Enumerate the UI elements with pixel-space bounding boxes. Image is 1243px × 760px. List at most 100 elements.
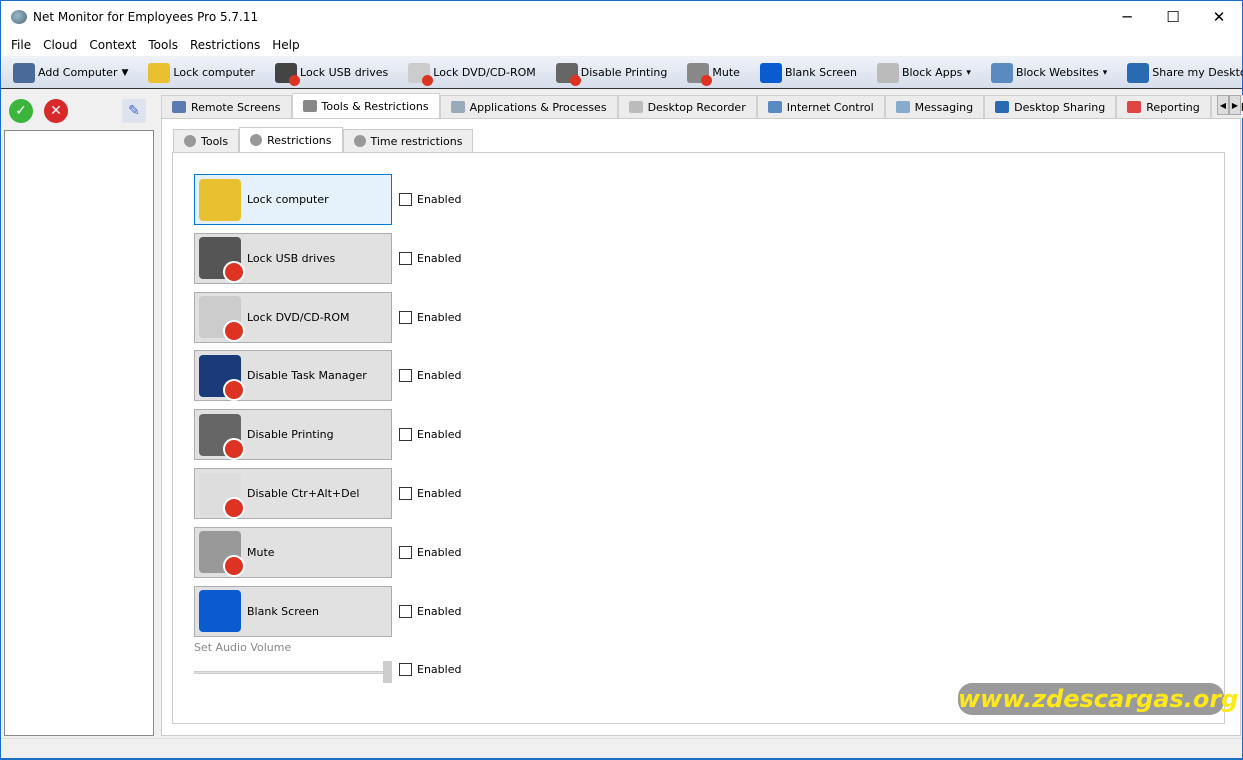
tab-remote-screens[interactable]: Remote Screens: [161, 95, 292, 118]
tab-label: Desktop Sharing: [1014, 100, 1106, 114]
lock-usb-drives-button[interactable]: Lock USB drives: [194, 232, 392, 284]
checkbox-box[interactable]: [399, 369, 412, 383]
toolbar-blank-screen-button[interactable]: Blank Screen: [759, 62, 857, 83]
enabled-checkbox[interactable]: Enabled: [399, 604, 462, 618]
restriction-row: Lock computer Enabled: [194, 174, 461, 225]
checkbox-label: Enabled: [417, 428, 462, 442]
restriction-row: Lock USB drives Enabled: [194, 232, 461, 284]
toolbar-block-apps-button[interactable]: Block Apps ▾: [876, 62, 971, 83]
toolbar-add-computer-button[interactable]: Add Computer ▼: [13, 62, 128, 83]
lock-computer-button[interactable]: Lock computer: [194, 174, 392, 225]
enabled-checkbox[interactable]: Enabled: [399, 369, 461, 383]
tab-reporting[interactable]: Reporting: [1116, 95, 1211, 118]
restriction-row: Lock DVD/CD-ROM Enabled: [194, 291, 462, 343]
restriction-row: Disable Task Manager Enabled: [194, 350, 461, 402]
enabled-checkbox[interactable]: Enabled: [399, 193, 461, 206]
usb-drive-icon: [275, 62, 301, 86]
gears-icon: [876, 62, 899, 83]
menu-context[interactable]: Context: [83, 38, 142, 52]
checkbox-box[interactable]: [399, 310, 412, 324]
x-badge-icon: [701, 74, 713, 86]
chevron-down-icon[interactable]: ▾: [966, 68, 971, 78]
checkbox-box[interactable]: [399, 193, 412, 206]
menu-tools[interactable]: Tools: [142, 38, 184, 52]
subtab-label: Tools: [201, 134, 229, 148]
checkbox-label: Enabled: [417, 604, 462, 618]
slider-thumb[interactable]: [383, 661, 392, 683]
x-badge-icon: [223, 496, 245, 519]
toolbar-share-my-desktop-button[interactable]: Share my Desktop: [1127, 62, 1243, 83]
toolbar-label: Add Computer: [38, 66, 118, 79]
toolbar-label: Blank Screen: [784, 66, 857, 79]
tab-messaging[interactable]: Messaging: [884, 95, 985, 118]
tab-tools-restrictions[interactable]: Tools & Restrictions: [291, 93, 440, 118]
bar-chart-icon: [1127, 101, 1142, 113]
close-button[interactable]: ✕: [1196, 1, 1242, 33]
enabled-checkbox[interactable]: Enabled: [399, 251, 461, 265]
subtab-restrictions[interactable]: Restrictions: [239, 127, 343, 152]
minimize-button[interactable]: ─: [1104, 1, 1150, 33]
tab-scroll-right[interactable]: ▶: [1229, 95, 1241, 115]
remove-icon[interactable]: ✕: [44, 99, 68, 123]
film-icon: [628, 101, 643, 113]
volume-label: Set Audio Volume: [194, 641, 292, 654]
tab-label: Tools & Restrictions: [321, 99, 429, 113]
restriction-row: Disable Printing Enabled: [194, 409, 462, 461]
tab-scroll-left[interactable]: ◀: [1217, 95, 1229, 115]
toolbar-label: Lock USB drives: [300, 66, 389, 79]
menu-file[interactable]: File: [5, 38, 37, 52]
lock-dvd-cd-rom-button[interactable]: Lock DVD/CD-ROM: [194, 291, 392, 343]
maximize-button[interactable]: ☐: [1150, 1, 1196, 33]
blank-screen-button[interactable]: Blank Screen: [194, 585, 392, 637]
toolbar-lock-computer-button[interactable]: Lock computer: [148, 62, 255, 83]
toolbar-mute-button[interactable]: Mute: [687, 62, 740, 86]
tab-internet-control[interactable]: Internet Control: [756, 95, 885, 118]
padlock-icon: [148, 62, 171, 83]
printer-icon: [199, 413, 245, 460]
checkbox-box[interactable]: [399, 545, 412, 559]
enabled-checkbox[interactable]: Enabled: [399, 545, 461, 559]
menu-restrictions[interactable]: Restrictions: [184, 38, 266, 52]
enabled-checkbox[interactable]: Enabled: [399, 428, 462, 442]
checkbox-label: Enabled: [417, 487, 462, 500]
chevron-down-icon[interactable]: ▼: [121, 68, 128, 78]
stopwatch-icon: [353, 135, 366, 147]
menu-cloud[interactable]: Cloud: [37, 38, 83, 52]
checkbox-label: Enabled: [417, 310, 462, 324]
chevron-down-icon[interactable]: ▾: [1103, 68, 1108, 78]
restriction-label: Blank Screen: [247, 604, 319, 618]
checkbox-box[interactable]: [399, 487, 412, 500]
check-icon[interactable]: ✓: [9, 99, 33, 123]
volume-slider[interactable]: [194, 661, 392, 683]
blank-monitor-icon: [199, 590, 241, 633]
checkbox-box[interactable]: [399, 604, 412, 618]
disable-ctr-alt-del-button[interactable]: Disable Ctr+Alt+Del: [194, 468, 392, 519]
enabled-checkbox[interactable]: Enabled: [399, 487, 461, 500]
disable-task-manager-button[interactable]: Disable Task Manager: [194, 350, 392, 402]
app-window: Net Monitor for Employees Pro 5.7.11 ─ ☐…: [1, 1, 1243, 758]
toolbar-disable-printing-button[interactable]: Disable Printing: [555, 62, 667, 86]
subtab-time-restrictions[interactable]: Time restrictions: [342, 129, 474, 152]
monitor-add-icon: [13, 62, 35, 83]
tab-desktop-sharing[interactable]: Desktop Sharing: [984, 95, 1117, 118]
toolbar-lock-usb-drives-button[interactable]: Lock USB drives: [275, 62, 389, 86]
edit-list-icon[interactable]: ✎: [122, 99, 146, 123]
padlock-icon: [199, 178, 241, 221]
toolbar-block-websites-button[interactable]: Block Websites ▾: [990, 62, 1108, 83]
sub-tabs: Tools Restrictions Time restrictions: [173, 127, 474, 152]
toolbar-lock-dvd-cd-rom-button[interactable]: Lock DVD/CD-ROM: [408, 62, 536, 86]
volume-enabled-checkbox[interactable]: Enabled: [399, 663, 461, 676]
subtab-tools[interactable]: Tools: [173, 129, 240, 152]
tab-desktop-recorder[interactable]: Desktop Recorder: [617, 95, 757, 118]
tab-applications-processes[interactable]: Applications & Processes: [439, 95, 618, 118]
computer-list[interactable]: [4, 130, 154, 736]
disable-printing-button[interactable]: Disable Printing: [194, 409, 392, 461]
usb-drive-icon: [199, 237, 245, 284]
enabled-checkbox[interactable]: Enabled: [399, 310, 462, 324]
checkbox-box[interactable]: [399, 428, 412, 442]
checkbox-box[interactable]: [399, 251, 412, 265]
mute-button[interactable]: Mute: [194, 526, 392, 578]
globe-icon: [767, 101, 782, 113]
menu-help[interactable]: Help: [266, 38, 305, 52]
window-title: Net Monitor for Employees Pro 5.7.11: [33, 10, 259, 24]
